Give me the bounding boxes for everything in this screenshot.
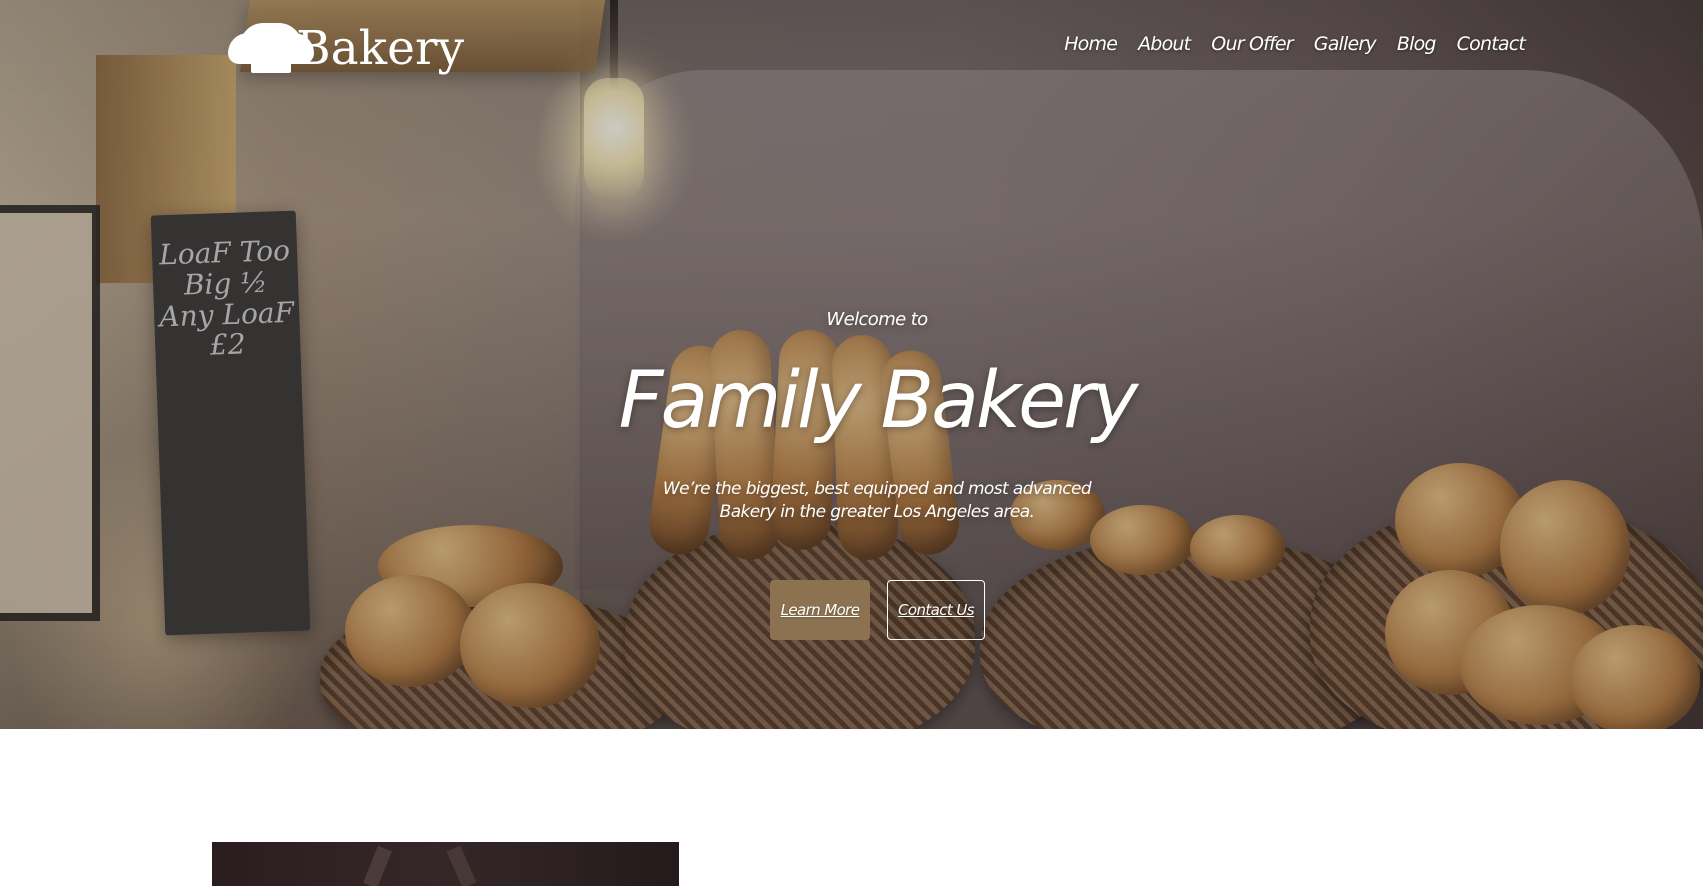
hero-actions: Learn More Contact Us [770, 580, 985, 640]
learn-more-button[interactable]: Learn More [770, 580, 870, 640]
main-navigation: Home About Our Offer Gallery Blog Contac… [1064, 30, 1526, 58]
nav-about-link[interactable]: About [1138, 30, 1191, 58]
hero-description: We’re the biggest, best equipped and mos… [662, 479, 1092, 522]
hero-section: LoaF Too Big ½ Any LoaF £2 Bakery Home A… [0, 0, 1703, 729]
brand-logo[interactable]: Bakery [236, 16, 464, 80]
nav-blog-link[interactable]: Blog [1397, 30, 1437, 58]
brand-name: Bakery [296, 20, 464, 76]
bakery-interior-image [212, 842, 679, 886]
hero-title: Family Bakery [618, 356, 1139, 446]
chef-hat-band [251, 58, 291, 73]
nav-gallery-link[interactable]: Gallery [1314, 30, 1377, 58]
bakery-landing-page: LoaF Too Big ½ Any LoaF £2 Bakery Home A… [0, 0, 1703, 886]
hero-welcome-text: Welcome to [826, 309, 928, 330]
contact-us-button[interactable]: Contact Us [887, 580, 985, 640]
nav-our-offer-link[interactable]: Our Offer [1211, 30, 1293, 58]
nav-home-link[interactable]: Home [1064, 30, 1118, 58]
nav-contact-link[interactable]: Contact [1457, 30, 1526, 58]
chef-hat-icon [236, 19, 302, 77]
hero-copy: Welcome to Family Bakery We’re the bigge… [552, 300, 1202, 524]
chef-hat-top [240, 23, 302, 60]
